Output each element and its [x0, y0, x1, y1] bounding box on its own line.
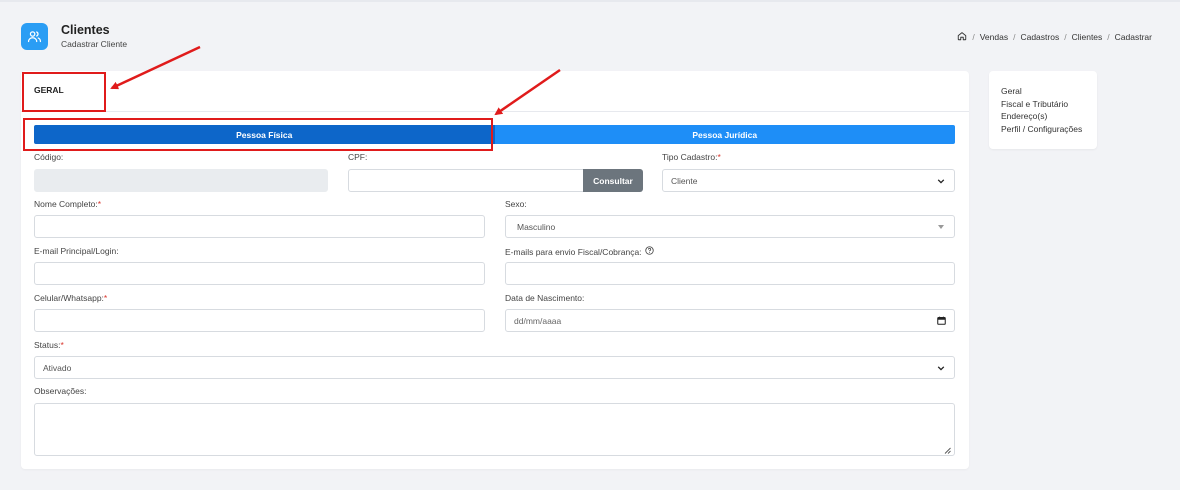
breadcrumb-item-clientes[interactable]: Clientes: [1072, 32, 1103, 42]
section-nav-geral[interactable]: Geral: [1001, 85, 1082, 98]
section-nav-enderecos[interactable]: Endereço(s): [1001, 110, 1082, 123]
sexo-select[interactable]: Masculino: [505, 215, 955, 238]
nascimento-label: Data de Nascimento:: [505, 293, 585, 303]
caret-down-icon: [936, 222, 946, 232]
chevron-down-icon: [936, 176, 946, 186]
cpf-field[interactable]: [348, 169, 584, 192]
breadcrumb-separator: /: [1064, 32, 1067, 42]
celular-label: Celular/Whatsapp:*: [34, 293, 108, 303]
nome-completo-field[interactable]: [34, 215, 485, 238]
breadcrumb-separator: /: [1013, 32, 1016, 42]
pessoa-juridica-button[interactable]: Pessoa Jurídica: [494, 125, 955, 144]
emails-envio-label: E-mails para envio Fiscal/Cobrança:: [505, 246, 654, 257]
email-label: E-mail Principal/Login:: [34, 246, 119, 256]
person-type-toggle: Pessoa Física Pessoa Jurídica: [34, 125, 955, 144]
breadcrumb-item-cadastros[interactable]: Cadastros: [1020, 32, 1059, 42]
breadcrumb: / Vendas / Cadastros / Clientes / Cadast…: [957, 31, 1152, 43]
observacoes-label: Observações:: [34, 386, 87, 396]
nome-label: Nome Completo:*: [34, 199, 102, 209]
consultar-button[interactable]: Consultar: [583, 169, 643, 192]
data-nascimento-field[interactable]: dd/mm/aaaa: [505, 309, 955, 332]
users-icon: [21, 23, 48, 50]
status-value: Ativado: [43, 362, 72, 373]
tipo-cadastro-label: Tipo Cadastro:*: [662, 152, 721, 162]
top-border: [0, 0, 1180, 2]
client-form-card: GERAL Pessoa Física Pessoa Jurídica Códi…: [21, 71, 969, 469]
codigo-field: [34, 169, 328, 192]
pessoa-fisica-button[interactable]: Pessoa Física: [34, 125, 495, 144]
status-select[interactable]: Ativado: [34, 356, 955, 379]
tab-bar: GERAL: [21, 71, 969, 112]
breadcrumb-item-cadastrar: Cadastrar: [1114, 32, 1152, 42]
resize-handle-icon[interactable]: [944, 447, 951, 454]
section-nav-perfil[interactable]: Perfil / Configurações: [1001, 123, 1082, 136]
sexo-label: Sexo:: [505, 199, 527, 209]
breadcrumb-item-vendas[interactable]: Vendas: [980, 32, 1008, 42]
tab-geral[interactable]: GERAL: [34, 85, 64, 95]
chevron-down-icon: [936, 363, 946, 373]
email-principal-field[interactable]: [34, 262, 485, 285]
section-nav-fiscal[interactable]: Fiscal e Tributário: [1001, 98, 1082, 111]
celular-field[interactable]: [34, 309, 485, 332]
page-subtitle: Cadastrar Cliente: [61, 39, 128, 49]
data-nascimento-placeholder: dd/mm/aaaa: [514, 315, 562, 326]
breadcrumb-separator: /: [1107, 32, 1110, 42]
codigo-label: Código:: [34, 152, 64, 162]
emails-envio-field[interactable]: [505, 262, 955, 285]
home-icon[interactable]: [957, 31, 967, 43]
tipo-cadastro-select[interactable]: Cliente: [662, 169, 955, 192]
sexo-value: Masculino: [517, 221, 556, 232]
tipo-cadastro-value: Cliente: [671, 175, 698, 186]
question-circle-icon[interactable]: [644, 246, 654, 257]
cpf-label: CPF:: [348, 152, 368, 162]
breadcrumb-separator: /: [972, 32, 975, 42]
observacoes-textarea[interactable]: [34, 403, 955, 456]
status-label: Status:*: [34, 340, 64, 350]
page-title: Clientes: [61, 23, 110, 37]
calendar-icon[interactable]: [936, 316, 946, 326]
section-nav: Geral Fiscal e Tributário Endereço(s) Pe…: [989, 71, 1097, 149]
